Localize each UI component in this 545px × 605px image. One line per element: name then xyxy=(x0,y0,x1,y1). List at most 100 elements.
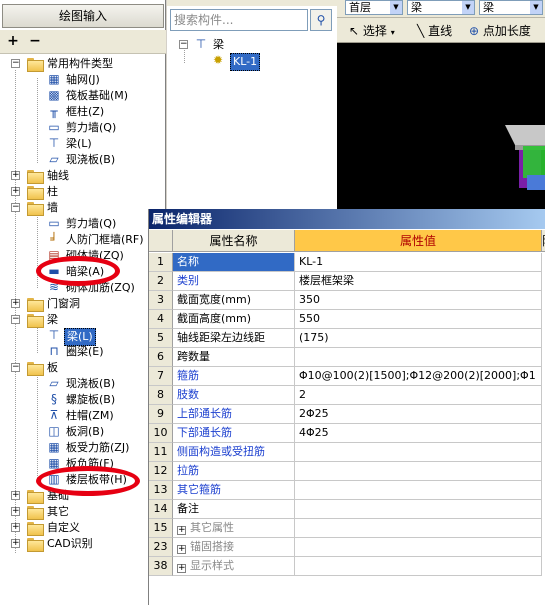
row-number: 15 xyxy=(149,519,173,538)
point-length-tool-button[interactable]: ⊕ 点加长度 xyxy=(469,23,531,39)
property-row[interactable]: 10 下部通长筋 4Φ25 xyxy=(149,424,545,443)
collapse-icon[interactable]: − xyxy=(11,203,20,212)
property-value-field[interactable]: 4Φ25 xyxy=(295,424,542,443)
expand-icon[interactable]: + xyxy=(11,491,20,500)
property-value-field[interactable] xyxy=(295,348,542,367)
chevron-down-icon[interactable]: ▼ xyxy=(390,1,402,14)
beam-icon: ⊤ xyxy=(195,37,207,51)
property-row[interactable]: 4 截面高度(mm) 550 xyxy=(149,310,545,329)
row-number: 2 xyxy=(149,272,173,291)
property-value-field[interactable]: 2Φ25 xyxy=(295,405,542,424)
gear-icon: ✹ xyxy=(212,53,224,67)
property-name: 截面高度(mm) xyxy=(173,310,295,329)
row-number: 4 xyxy=(149,310,173,329)
expand-icon[interactable]: + xyxy=(11,299,20,308)
component-type-select[interactable]: 梁 ▼ xyxy=(407,0,475,15)
row-number: 38 xyxy=(149,557,173,576)
ring-beam-icon: ⊓ xyxy=(49,344,59,358)
property-value-field[interactable]: 2 xyxy=(295,386,542,405)
row-number: 23 xyxy=(149,538,173,557)
column-icon: ╥ xyxy=(50,104,58,118)
property-row[interactable]: 15 + 其它属性 xyxy=(149,519,545,538)
property-row[interactable]: 9 上部通长筋 2Φ25 xyxy=(149,405,545,424)
collapse-icon[interactable]: − xyxy=(11,363,20,372)
property-name: + 显示样式 xyxy=(173,557,295,576)
property-row[interactable]: 11 侧面构造或受扭筋 xyxy=(149,443,545,462)
property-name: 箍筋 xyxy=(173,367,295,386)
property-value-field[interactable]: KL-1 xyxy=(295,253,542,272)
property-value-field[interactable] xyxy=(295,519,542,538)
3d-drawing-viewport[interactable] xyxy=(337,43,545,210)
chevron-down-icon[interactable]: ▼ xyxy=(530,1,542,14)
chevron-down-icon[interactable]: ▼ xyxy=(462,1,474,14)
collapse-icon[interactable]: − xyxy=(11,315,20,324)
expand-icon[interactable]: + xyxy=(11,523,20,532)
expand-icon[interactable]: + xyxy=(11,539,20,548)
property-value-field[interactable]: 550 xyxy=(295,310,542,329)
select-tool-button[interactable]: ↖ 选择 ▾ xyxy=(349,23,395,39)
row-number: 3 xyxy=(149,291,173,310)
pointer-icon: ↖ xyxy=(349,24,360,38)
chevron-down-icon[interactable]: ▾ xyxy=(391,28,395,37)
property-row[interactable]: 38 + 显示样式 xyxy=(149,557,545,576)
property-value-field[interactable]: (175) xyxy=(295,329,542,348)
search-input[interactable]: 搜索构件... xyxy=(170,9,308,31)
tree-toolbar: + − xyxy=(0,30,166,54)
property-name: 侧面构造或受扭筋 xyxy=(173,443,295,462)
expand-icon[interactable]: + xyxy=(11,507,20,516)
property-row[interactable]: 14 备注 xyxy=(149,500,545,519)
collapse-icon[interactable]: − xyxy=(179,40,188,49)
row-number-header xyxy=(149,230,173,252)
expand-icon[interactable]: + xyxy=(177,545,186,554)
line-tool-button[interactable]: ╲ 直线 xyxy=(417,23,452,39)
expand-icon[interactable]: + xyxy=(177,526,186,535)
col-header-value[interactable]: 属性值 xyxy=(295,230,542,252)
component-tree-panel: 绘图输入 + − − 常用构件类型 ▦ 轴网(J) ▩ 筏板基础(M) ╥ 框柱… xyxy=(0,0,166,605)
property-editor-title[interactable]: 属性编辑器 xyxy=(149,209,545,229)
component-select[interactable]: 梁 ▼ xyxy=(479,0,543,15)
drawing-input-header[interactable]: 绘图输入 xyxy=(2,4,164,28)
column-model-green xyxy=(523,146,545,178)
property-row[interactable]: 1 名称 KL-1 xyxy=(149,253,545,272)
property-value-field[interactable] xyxy=(295,443,542,462)
property-value-field[interactable]: 350 xyxy=(295,291,542,310)
property-row[interactable]: 7 箍筋 Φ10@100(2)[1500];Φ12@200(2)[2000];Φ1 xyxy=(149,367,545,386)
property-row[interactable]: 12 拉筋 xyxy=(149,462,545,481)
point-length-icon: ⊕ xyxy=(469,24,480,38)
property-value-field[interactable]: Φ10@100(2)[1500];Φ12@200(2)[2000];Φ1 xyxy=(295,367,542,386)
property-row[interactable]: 23 + 锚固搭接 xyxy=(149,538,545,557)
expand-icon[interactable]: + xyxy=(11,187,20,196)
row-number: 10 xyxy=(149,424,173,443)
floor-select[interactable]: 首层 ▼ xyxy=(345,0,403,15)
expand-all-button[interactable]: + xyxy=(4,34,22,50)
property-row[interactable]: 2 类别 楼层框架梁 xyxy=(149,272,545,291)
property-value-field[interactable] xyxy=(295,500,542,519)
property-value-field[interactable]: 楼层框架梁 xyxy=(295,272,542,291)
property-row[interactable]: 6 跨数量 xyxy=(149,348,545,367)
property-row[interactable]: 3 截面宽度(mm) 350 xyxy=(149,291,545,310)
raft-foundation-icon: ▩ xyxy=(48,88,60,102)
expand-icon[interactable]: + xyxy=(177,564,186,573)
folder-icon xyxy=(27,186,44,200)
line-icon: ╲ xyxy=(417,24,425,38)
col-header-name[interactable]: 属性名称 xyxy=(173,230,295,252)
property-value-field[interactable] xyxy=(295,538,542,557)
folder-icon xyxy=(27,522,44,536)
property-name: 类别 xyxy=(173,272,295,291)
draw-toolbar: ↖ 选择 ▾ ╲ 直线 ⊕ 点加长度 xyxy=(337,18,545,43)
collapse-icon[interactable]: − xyxy=(11,59,20,68)
collapse-all-button[interactable]: − xyxy=(26,34,44,50)
property-row[interactable]: 8 肢数 2 xyxy=(149,386,545,405)
folder-icon xyxy=(27,538,44,552)
folder-icon xyxy=(27,506,44,520)
search-icon[interactable]: ⚲ xyxy=(310,9,332,31)
property-value-field[interactable] xyxy=(295,481,542,500)
property-name: + 锚固搭接 xyxy=(173,538,295,557)
expand-icon[interactable]: + xyxy=(11,171,20,180)
row-number: 13 xyxy=(149,481,173,500)
property-value-field[interactable] xyxy=(295,462,542,481)
property-row[interactable]: 13 其它箍筋 xyxy=(149,481,545,500)
property-row[interactable]: 5 轴线距梁左边线距 (175) xyxy=(149,329,545,348)
property-group-label: 锚固搭接 xyxy=(190,540,234,553)
property-value-field[interactable] xyxy=(295,557,542,576)
